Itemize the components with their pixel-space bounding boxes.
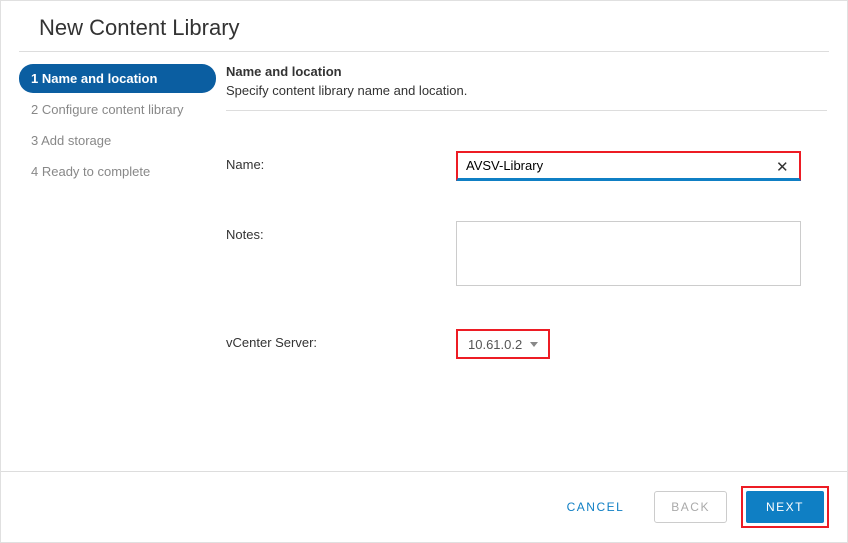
- step-ready-to-complete: 4 Ready to complete: [19, 157, 216, 186]
- vcenter-label: vCenter Server:: [226, 329, 456, 350]
- form-rows: Name: ✕ Notes: vCenter Server:: [226, 151, 827, 399]
- back-button: BACK: [654, 491, 727, 523]
- vcenter-selected-value: 10.61.0.2: [468, 337, 522, 352]
- step-add-storage: 3 Add storage: [19, 126, 216, 155]
- wizard-header: New Content Library: [19, 1, 829, 52]
- wizard-dialog: New Content Library 1 Name and location …: [0, 0, 848, 543]
- wizard-nav: 1 Name and location 2 Configure content …: [1, 52, 216, 471]
- name-label: Name:: [226, 151, 456, 172]
- name-input-wrap: ✕: [456, 151, 827, 181]
- clear-name-icon[interactable]: ✕: [776, 158, 789, 176]
- chevron-down-icon: [530, 342, 538, 347]
- wizard-body: 1 Name and location 2 Configure content …: [1, 52, 847, 471]
- wizard-footer: CANCEL BACK NEXT: [1, 471, 847, 542]
- vcenter-select-wrap: 10.61.0.2: [456, 329, 827, 359]
- step-configure-content-library: 2 Configure content library: [19, 95, 216, 124]
- notes-textarea[interactable]: [456, 221, 801, 286]
- vcenter-select[interactable]: 10.61.0.2: [456, 329, 550, 359]
- notes-label: Notes:: [226, 221, 456, 242]
- step-name-and-location[interactable]: 1 Name and location: [19, 64, 216, 93]
- name-input[interactable]: [456, 151, 801, 181]
- wizard-content: Name and location Specify content librar…: [216, 52, 847, 471]
- section-heading: Name and location: [226, 64, 827, 79]
- notes-input-wrap: [456, 221, 827, 289]
- cancel-button[interactable]: CANCEL: [551, 492, 641, 522]
- form-row-vcenter: vCenter Server: 10.61.0.2: [226, 329, 827, 359]
- form-row-name: Name: ✕: [226, 151, 827, 181]
- section-subtext: Specify content library name and locatio…: [226, 83, 827, 111]
- form-row-notes: Notes:: [226, 221, 827, 289]
- next-button-highlight: NEXT: [741, 486, 829, 528]
- wizard-title: New Content Library: [39, 15, 809, 41]
- next-button[interactable]: NEXT: [746, 491, 824, 523]
